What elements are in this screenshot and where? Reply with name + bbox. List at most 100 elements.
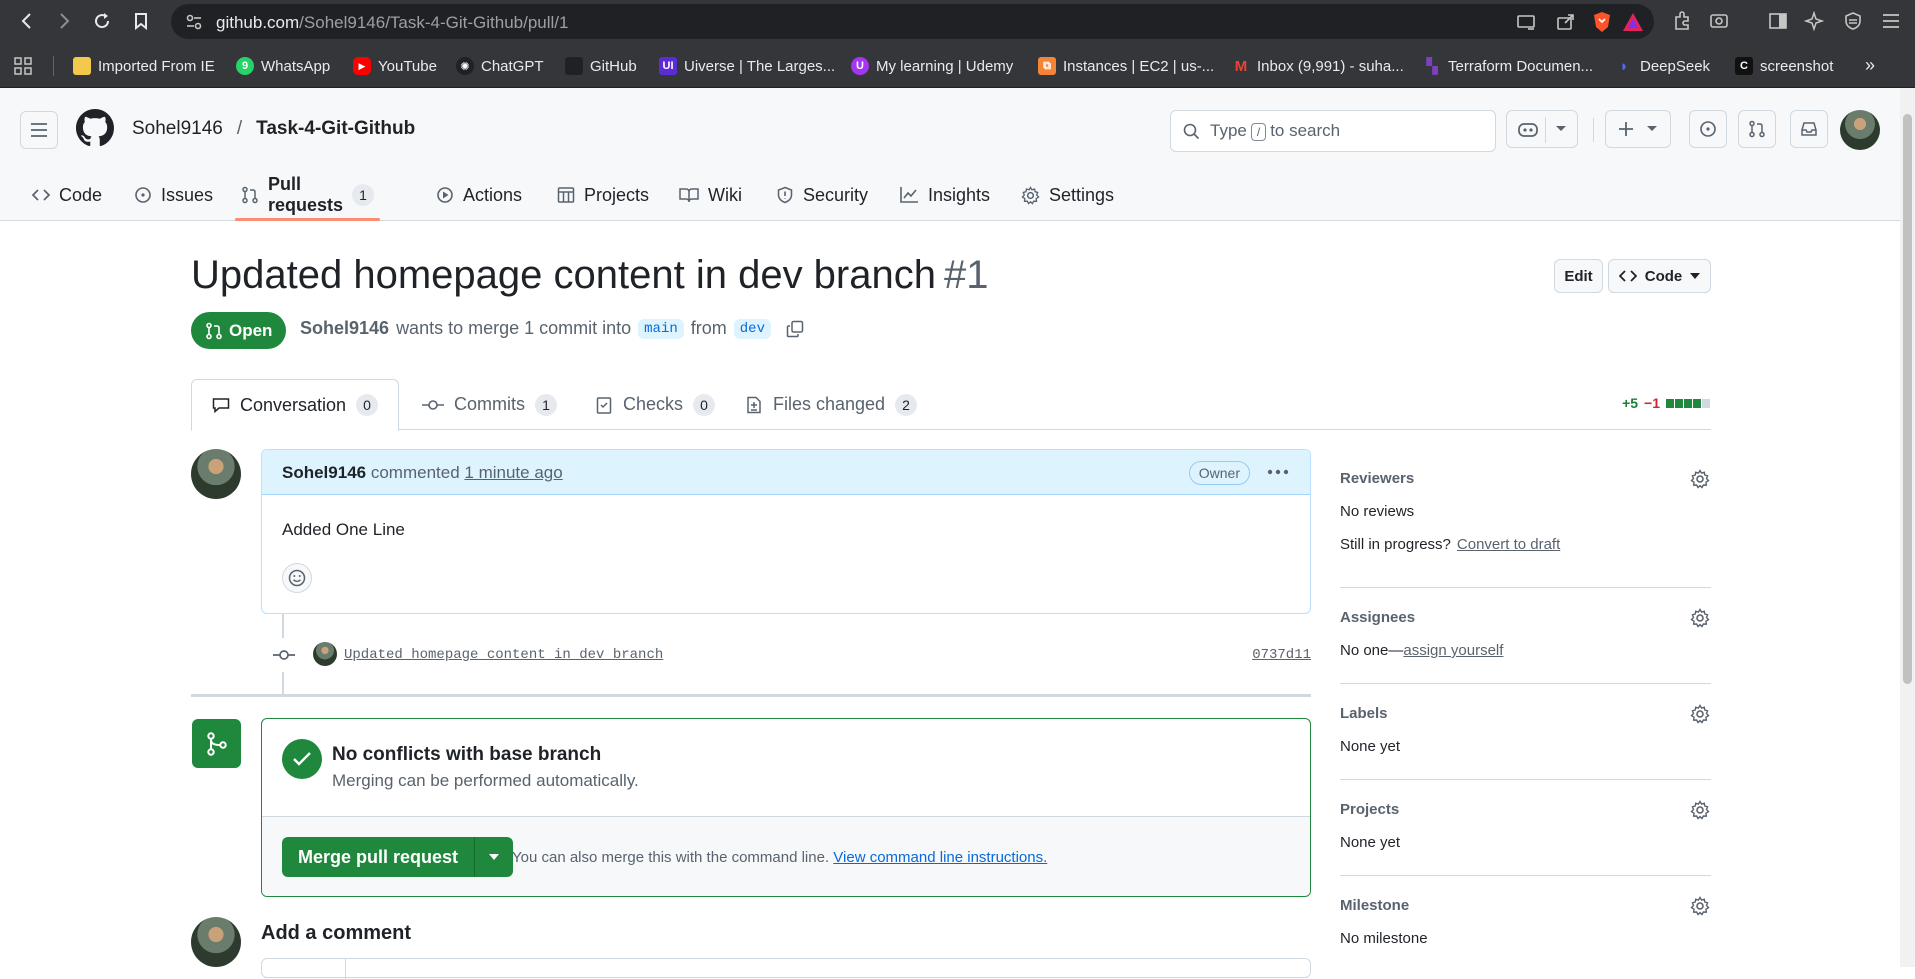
site-info-icon[interactable] <box>185 13 203 31</box>
github-logo-icon[interactable] <box>76 109 114 147</box>
sidebar-section-label: Projects <box>1340 801 1400 818</box>
brave-shield-icon[interactable] <box>1592 11 1612 33</box>
bookmark-item[interactable]: GitHub <box>565 55 637 77</box>
pr-tab-conversation[interactable]: Conversation 0 <box>191 379 400 431</box>
bookmark-item[interactable]: ▚ Terraform Documen... <box>1423 55 1593 77</box>
scrollbar-thumb[interactable] <box>1903 114 1912 684</box>
comment-author-link[interactable]: Sohel9146 <box>282 463 366 482</box>
merge-pull-request-button[interactable]: Merge pull request <box>282 837 476 877</box>
gear-icon[interactable] <box>1689 607 1711 629</box>
kebab-horizontal-icon[interactable] <box>1266 460 1290 484</box>
head-branch[interactable]: dev <box>733 318 771 339</box>
copy-icon[interactable] <box>786 320 804 338</box>
bookmark-item[interactable]: U My learning | Udemy <box>851 55 1013 77</box>
tab-label: Settings <box>1049 184 1115 205</box>
book-icon <box>679 187 699 203</box>
page-scrollbar[interactable] <box>1900 88 1915 967</box>
reload-icon[interactable] <box>89 8 115 34</box>
tab-pull-requests[interactable]: Pull requests 1 <box>235 169 381 221</box>
menu-icon[interactable] <box>1879 9 1903 33</box>
pr-tab-checks[interactable]: Checks 0 <box>575 379 735 430</box>
edit-title-button[interactable]: Edit <box>1554 259 1603 293</box>
wallet-icon[interactable] <box>1707 9 1731 33</box>
bookmark-item[interactable]: ✺ ChatGPT <box>456 55 544 77</box>
address-bar[interactable]: github.com/Sohel9146/Task-4-Git-Github/p… <box>171 4 1654 39</box>
hamburger-menu-button[interactable] <box>20 111 58 149</box>
create-new-button[interactable] <box>1605 110 1671 148</box>
comment-editor[interactable] <box>261 958 1311 979</box>
bookmark-label: Uiverse | The Larges... <box>684 57 836 75</box>
gear-icon <box>1021 185 1040 205</box>
tab-issues[interactable]: Issues <box>128 169 219 221</box>
bookmark-label: DeepSeek <box>1640 57 1711 75</box>
bookmark-item[interactable]: Cscreenshot <box>1735 55 1833 77</box>
tab-security[interactable]: Security <box>770 169 874 221</box>
comment-timestamp-link[interactable]: 1 minute ago <box>464 463 562 482</box>
issues-button[interactable] <box>1689 110 1727 148</box>
bookmark-item[interactable]: 9 WhatsApp <box>236 55 330 77</box>
pr-author-link[interactable]: Sohel9146 <box>300 318 389 339</box>
command-line-instructions-link[interactable]: View command line instructions. <box>833 849 1047 866</box>
code-dropdown-button[interactable]: Code <box>1608 259 1711 293</box>
forward-icon[interactable] <box>51 8 77 34</box>
extensions-icon[interactable] <box>1670 9 1694 33</box>
commit-message-link[interactable]: Updated homepage content in dev branch <box>344 647 663 663</box>
cast-icon[interactable] <box>1516 13 1536 31</box>
bookmark-label: My learning | Udemy <box>876 57 1014 75</box>
sidebar-action-link[interactable]: Convert to draft <box>1457 536 1560 553</box>
chevron-down-icon <box>1646 125 1658 133</box>
gear-icon[interactable] <box>1689 895 1711 917</box>
pr-tab-files-changed[interactable]: Files changed 2 <box>725 379 937 430</box>
tab-insights[interactable]: Insights <box>893 169 996 221</box>
bookmark-item[interactable]: Imported From IE <box>73 55 215 77</box>
apps-grid-icon[interactable] <box>13 56 33 76</box>
tab-actions[interactable]: Actions <box>430 169 528 221</box>
bookmark-icon[interactable] <box>128 8 154 34</box>
user-avatar[interactable] <box>1840 110 1880 150</box>
gear-icon[interactable] <box>1689 703 1711 725</box>
header-divider <box>1593 118 1594 142</box>
sidebar-toggle-icon[interactable] <box>1766 9 1790 33</box>
copilot-button[interactable] <box>1506 110 1578 148</box>
repo-owner-link[interactable]: Sohel9146 <box>132 118 223 140</box>
copilot-dropdown-icon[interactable] <box>1555 125 1567 133</box>
share-icon[interactable] <box>1556 13 1576 31</box>
editor-tab-write[interactable] <box>262 959 346 979</box>
tab-code[interactable]: Code <box>26 169 108 221</box>
bookmark-label: Inbox (9,991) - suha... <box>1257 57 1404 75</box>
screenshot-icon: C <box>1735 57 1753 75</box>
merge-status-title: No conflicts with base branch <box>332 744 602 765</box>
back-icon[interactable] <box>14 8 40 34</box>
merge-info: Sohel9146 wants to merge 1 commit into m… <box>300 318 804 339</box>
tab-settings[interactable]: Settings <box>1015 169 1120 221</box>
pull-requests-button[interactable] <box>1738 110 1776 148</box>
bookmark-item[interactable]: UI Uiverse | The Larges... <box>659 55 835 77</box>
bookmark-item[interactable]: M Inbox (9,991) - suha... <box>1232 55 1404 77</box>
base-branch[interactable]: main <box>638 318 684 339</box>
commit-sha-link[interactable]: 0737d11 <box>1252 647 1311 663</box>
gear-icon[interactable] <box>1689 468 1711 490</box>
add-reaction-button[interactable] <box>282 563 312 593</box>
vpn-icon[interactable] <box>1841 9 1865 33</box>
repo-name-link[interactable]: Task-4-Git-Github <box>256 118 415 140</box>
pr-tab-commits[interactable]: Commits 1 <box>402 379 577 430</box>
tab-label: Issues <box>161 184 214 205</box>
gear-icon[interactable] <box>1689 799 1711 821</box>
bookmark-item[interactable]: ⧉ Instances | EC2 | us-... <box>1038 55 1214 77</box>
brave-rewards-icon[interactable] <box>1622 12 1644 32</box>
breadcrumb-separator: / <box>236 118 243 139</box>
leo-ai-icon[interactable] <box>1802 9 1826 33</box>
more-bookmarks-icon[interactable]: » <box>1865 55 1875 76</box>
comment-author-avatar[interactable] <box>191 449 241 499</box>
pr-tabs: +5 −1 Conversation 0 Commits 1 Checks 0 Files … <box>191 379 1711 431</box>
tab-projects[interactable]: Projects <box>551 169 655 221</box>
search-input[interactable]: Type / to search <box>1170 110 1496 152</box>
inbox-button[interactable] <box>1790 110 1828 148</box>
commit-author-avatar[interactable] <box>313 642 337 666</box>
comment-discussion-icon <box>212 397 230 413</box>
bookmark-item[interactable]: ▶ YouTube <box>353 55 437 77</box>
bookmark-item[interactable]: ◗ DeepSeek <box>1615 55 1710 77</box>
sidebar-action-link[interactable]: assign yourself <box>1403 642 1503 659</box>
merge-method-dropdown[interactable] <box>475 837 514 877</box>
tab-wiki[interactable]: Wiki <box>673 169 748 221</box>
